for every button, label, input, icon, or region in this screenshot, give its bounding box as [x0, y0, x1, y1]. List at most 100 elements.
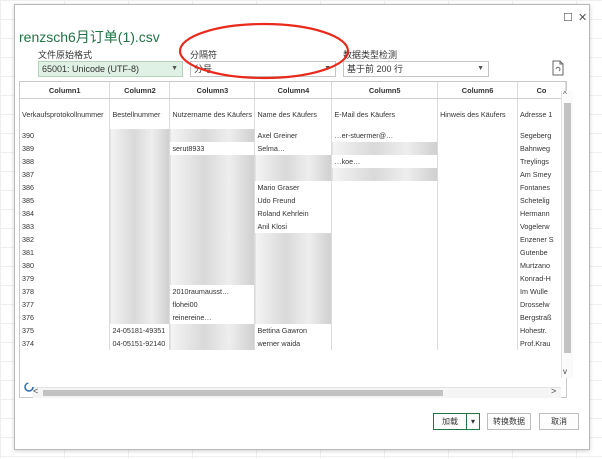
table-cell [437, 129, 519, 142]
column-header[interactable]: Co [517, 82, 566, 99]
data-preview: Column1 Column2 Column3 Column4 Column5 … [19, 81, 567, 398]
table-cell: Bahnweg [517, 142, 566, 155]
file-origin-value: 65001: Unicode (UTF-8) [42, 64, 140, 74]
table-cell [437, 259, 519, 272]
table-cell [437, 142, 519, 155]
table-cell: Prof.Krau [517, 337, 566, 350]
scroll-right-icon[interactable]: > [551, 386, 556, 396]
cancel-button[interactable]: 取消 [539, 413, 579, 430]
chevron-down-icon: ▼ [477, 65, 484, 72]
table-cell: 380 [20, 259, 111, 272]
table-cell: 376 [20, 311, 111, 324]
table-cell [437, 285, 519, 298]
header-cell: Hinweis des Käufers [437, 105, 519, 123]
table-cell [331, 194, 439, 207]
loading-icon [24, 382, 34, 392]
table-cell: 1…5- [109, 259, 171, 272]
type-detection-select[interactable]: 基于前 200 行 ▼ [343, 61, 489, 77]
table-cell [331, 272, 439, 285]
table-cell: …dmwotf [169, 168, 256, 181]
restore-button[interactable]: ☐ [563, 11, 573, 24]
table-cell: tach…mitz [169, 233, 256, 246]
table-cell [437, 168, 519, 181]
table-cell: …8 [254, 311, 333, 324]
table-cell [331, 181, 439, 194]
table-cell: 24-05181-49351 [109, 324, 171, 337]
table-cell: Hermann [517, 207, 566, 220]
table-cell [331, 259, 439, 272]
table-cell: Am Smey [517, 168, 566, 181]
table-cell: 390 [20, 129, 111, 142]
table-cell: werner waida [254, 337, 333, 350]
table-cell: 1…04242 [109, 246, 171, 259]
header-cell: Adresse 1 [517, 105, 566, 123]
table-cell: 09-0526…26 [109, 168, 171, 181]
table-row: 38418-…rolkel…Roland Kehrlein Hermann [20, 207, 566, 220]
document-icon[interactable] [550, 60, 566, 76]
table-cell [437, 233, 519, 246]
table-cell: 383 [20, 220, 111, 233]
load-menu-button[interactable]: ▾ [466, 413, 480, 430]
table-cell [331, 311, 439, 324]
table-cell: Konrad-H [517, 272, 566, 285]
column-header[interactable]: Column4 [254, 82, 333, 99]
vertical-scrollbar[interactable]: ^ v [561, 90, 573, 378]
table-cell [437, 220, 519, 233]
table-cell: Selma… [254, 142, 333, 155]
column-header[interactable]: Column3 [169, 82, 256, 99]
table-cell: Enzener S [517, 233, 566, 246]
load-button[interactable]: 加载 [433, 413, 467, 430]
table-row: 37626-0…78888reinereine……8 Bergstraß [20, 311, 566, 324]
table-cell [331, 298, 439, 311]
table-cell: 1…728 [109, 233, 171, 246]
scroll-down-icon[interactable]: v [563, 367, 567, 376]
horizontal-scroll-thumb[interactable] [43, 390, 443, 396]
table-cell: 21-…29 [109, 220, 171, 233]
table-cell: Im Wulle [517, 285, 566, 298]
table-cell: flohei00 [169, 298, 256, 311]
table-cell: …cher [254, 155, 333, 168]
table-cell: 02-0… [109, 194, 171, 207]
table-cell: …e Me… [254, 259, 333, 272]
header-cell: E-Mail des Käufers [331, 105, 439, 123]
table-cell: bush… [169, 220, 256, 233]
table-cell: Udo Freund [254, 194, 333, 207]
table-cell [437, 194, 519, 207]
table-cell: 389 [20, 142, 111, 155]
table-cell: 18-… [109, 207, 171, 220]
table-cell: 382 [20, 233, 111, 246]
close-button[interactable]: ✕ [578, 11, 587, 24]
table-cell: m…o [169, 259, 256, 272]
table-cell: 02-05…25 [109, 285, 171, 298]
table-cell: vivi…2 [169, 155, 256, 168]
table-cell [331, 207, 439, 220]
file-origin-select[interactable]: 65001: Unicode (UTF-8) ▼ [38, 61, 183, 77]
vertical-scroll-thumb[interactable] [564, 103, 571, 353]
table-cell: 375 [20, 324, 111, 337]
scroll-up-icon[interactable]: ^ [563, 90, 567, 99]
table-cell: 09-0520… [109, 272, 171, 285]
table-cell: Anil Klosi [254, 220, 333, 233]
table-cell [437, 207, 519, 220]
column-header[interactable]: Column2 [109, 82, 171, 99]
table-cell: fineart_j…wesel [169, 324, 256, 337]
table-cell: 26-05… [109, 181, 171, 194]
table-cell [331, 337, 439, 350]
column-header[interactable]: Column5 [331, 82, 439, 99]
table-cell [331, 285, 439, 298]
dialog-title: renzsch6月订单(1).csv [19, 29, 160, 45]
table-cell: 03-05279-… [109, 142, 171, 155]
table-cell [169, 181, 256, 194]
column-header[interactable]: Column6 [437, 82, 519, 99]
table-row: 37909-0520…he…pc…he… Konrad-H [20, 272, 566, 285]
column-header[interactable]: Column1 [20, 82, 111, 99]
table-cell: Vogelerw [517, 220, 566, 233]
table-row: 3821…728tach…mitz…Esser Enzener S [20, 233, 566, 246]
table-cell: 377 [20, 298, 111, 311]
table-cell: 385 [20, 194, 111, 207]
table-cell [437, 311, 519, 324]
horizontal-scrollbar[interactable]: < > [33, 386, 561, 398]
table-cell [437, 324, 519, 337]
table-row: 38502-0……unm…Udo Freund Schetelig [20, 194, 566, 207]
transform-data-button[interactable]: 转换数据 [487, 413, 531, 430]
